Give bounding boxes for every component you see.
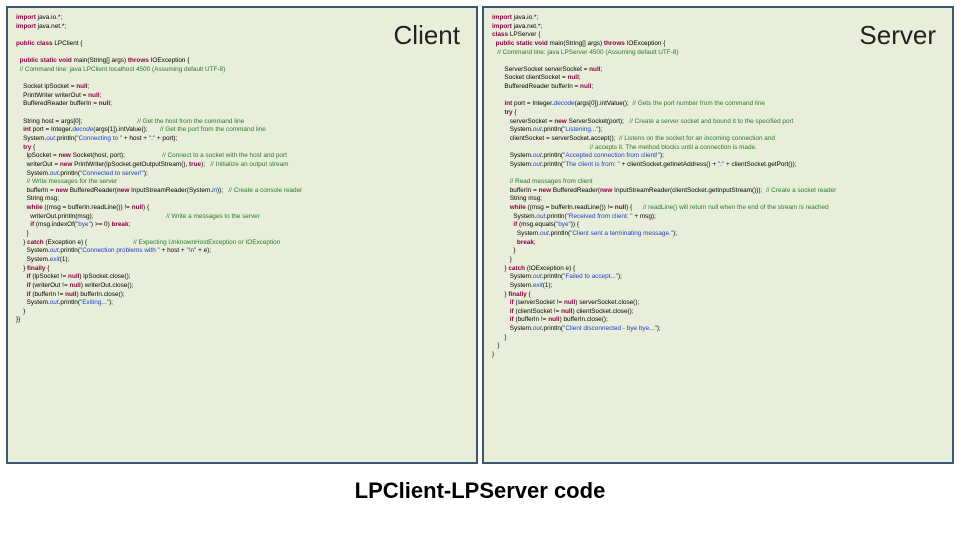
- slide-footer: LPClient-LPServer code: [0, 478, 960, 504]
- code-panels: Client import java.io.*; import java.net…: [0, 0, 960, 470]
- client-title: Client: [394, 20, 460, 51]
- client-panel: Client import java.io.*; import java.net…: [6, 6, 478, 464]
- server-title: Server: [859, 20, 936, 51]
- server-code: import java.io.*; import java.net.*; cla…: [492, 14, 944, 360]
- server-panel: Server import java.io.*; import java.net…: [482, 6, 954, 464]
- client-code: import java.io.*; import java.net.*; pub…: [16, 14, 468, 325]
